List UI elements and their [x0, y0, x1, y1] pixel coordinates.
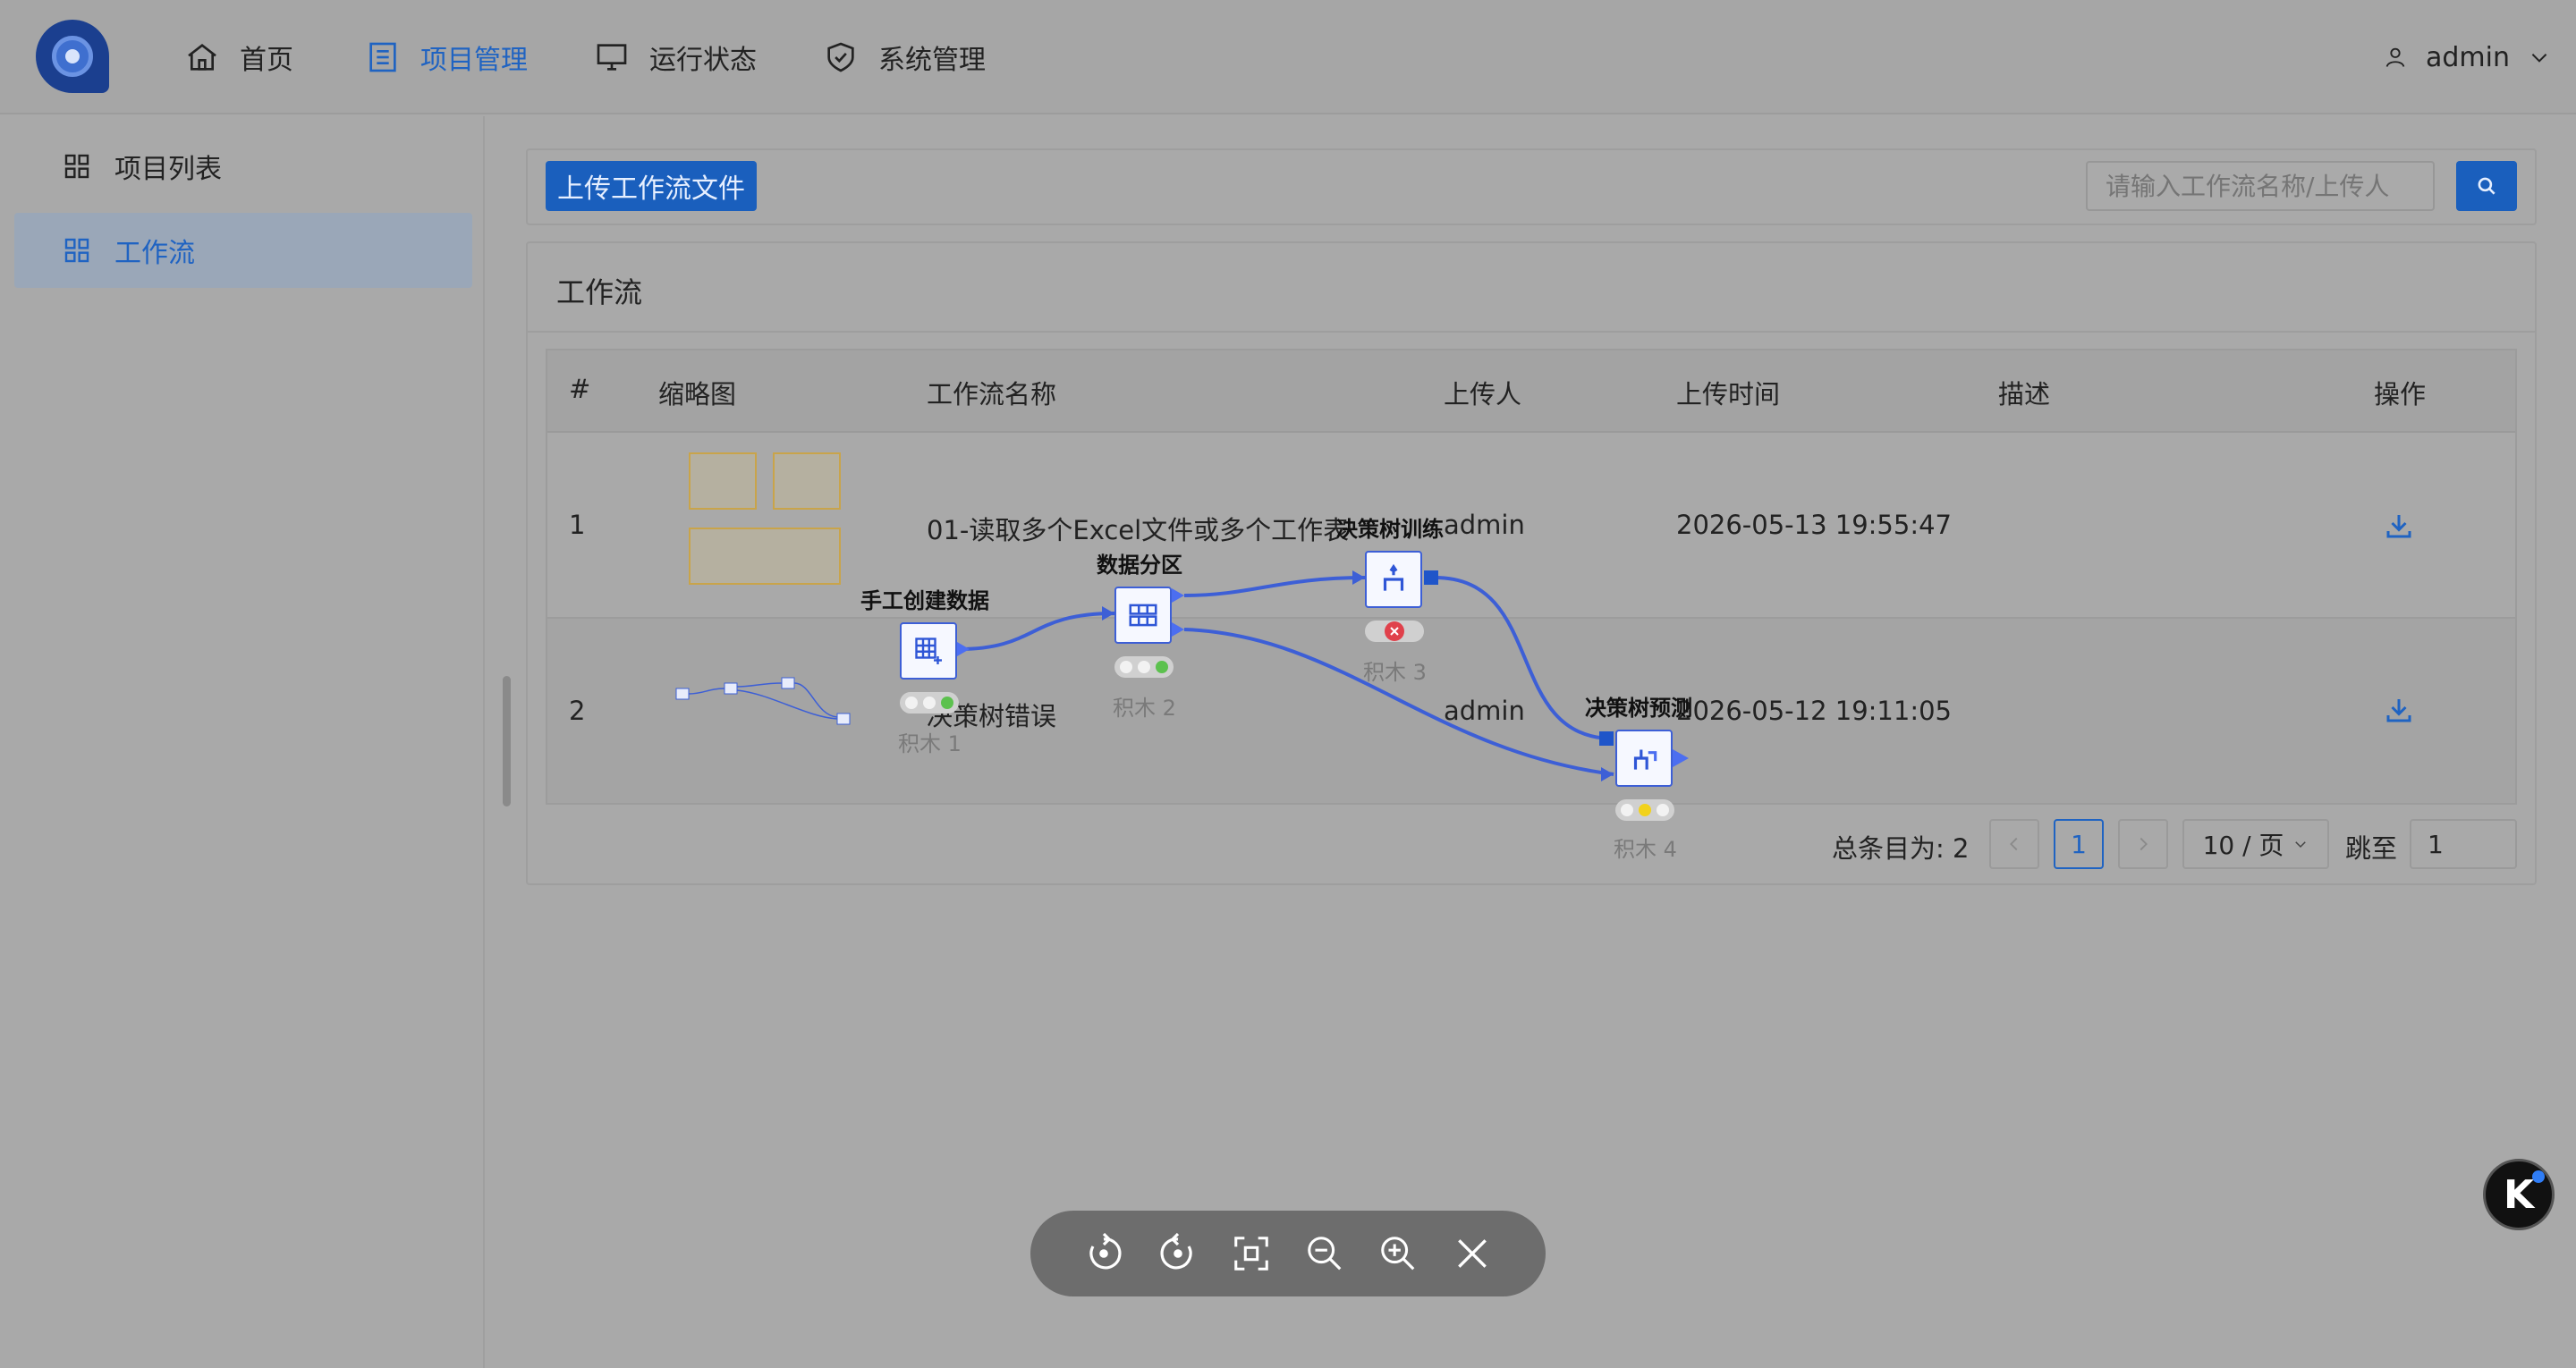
list-icon	[369, 42, 396, 72]
partition-icon	[1129, 604, 1157, 627]
row-index: 1	[569, 510, 586, 540]
workflow-thumbnail[interactable]	[664, 663, 860, 751]
node-status-lights	[1365, 621, 1424, 642]
search-icon	[2478, 177, 2496, 195]
scrollbar[interactable]	[503, 676, 511, 806]
column-header-upload-time: 上传时间	[1676, 379, 1781, 410]
nav-home-label: 首页	[240, 45, 293, 76]
column-header-actions: 操作	[2374, 379, 2427, 410]
download-icon[interactable]	[2383, 694, 2415, 726]
top-header: 首页 项目管理 运行状态 系统管理 admin	[0, 0, 2576, 114]
row-index: 2	[569, 696, 586, 726]
sidebar-item-project-list[interactable]: 项目列表	[14, 129, 472, 204]
nav-project-management[interactable]: 项目管理	[365, 34, 528, 80]
chevron-down-icon	[2531, 54, 2547, 63]
prev-page-button[interactable]	[1989, 819, 2039, 869]
decision-tree-icon	[1383, 563, 1404, 591]
page-size-value: 10 / 页	[2202, 831, 2284, 860]
user-icon	[2385, 47, 2405, 67]
nav-system-management-label: 系统管理	[878, 45, 986, 76]
grid-icon	[64, 238, 89, 263]
node-status-lights	[900, 692, 959, 714]
jump-label: 跳至	[2345, 833, 2398, 864]
node-title: 手工创建数据	[860, 588, 989, 613]
workflow-node-create-data[interactable]	[900, 622, 957, 680]
user-menu[interactable]: admin	[2383, 34, 2551, 80]
home-icon	[188, 43, 216, 71]
table-header	[547, 350, 2515, 433]
pagination-total: 总条目为: 2	[1832, 833, 1970, 864]
close-icon	[1457, 1239, 1487, 1268]
zoom-out-icon	[1308, 1237, 1342, 1271]
column-header-thumbnail: 缩略图	[658, 379, 737, 410]
node-title: 决策树训练	[1336, 517, 1444, 542]
upload-time: 2026-05-12 19:11:05	[1676, 696, 1952, 726]
chevron-right-icon	[2140, 837, 2148, 851]
workflow-thumbnail[interactable]	[689, 452, 843, 585]
badge-letter: K	[2503, 1171, 2535, 1218]
upload-time: 2026-05-13 19:55:47	[1676, 510, 1952, 540]
jump-page-input[interactable]: 1	[2410, 819, 2517, 869]
sidebar-item-label: 项目列表	[114, 154, 222, 185]
fit-screen-icon	[1234, 1237, 1268, 1271]
next-page-button[interactable]	[2118, 819, 2168, 869]
notification-dot	[2532, 1170, 2545, 1183]
zoom-in-icon	[1381, 1237, 1415, 1271]
search-input[interactable]	[2086, 161, 2435, 211]
node-subtitle: 积木 4	[1614, 837, 1677, 862]
error-icon	[1385, 621, 1404, 641]
close-viewer-button[interactable]	[1449, 1230, 1496, 1277]
image-viewer-toolbar	[1030, 1211, 1546, 1296]
nav-project-management-label: 项目管理	[420, 45, 528, 76]
workflow-node-decision-tree-predict[interactable]	[1615, 730, 1673, 787]
workflow-name: 01-读取多个Excel文件或多个工作表	[927, 515, 1350, 545]
node-title: 决策树预测	[1585, 696, 1692, 721]
node-status-lights	[1114, 656, 1174, 678]
nav-run-status-label: 运行状态	[649, 45, 757, 76]
rotate-left-icon	[1089, 1232, 1122, 1270]
column-header-uploader: 上传人	[1444, 379, 1522, 410]
uploader: admin	[1444, 510, 1525, 540]
search-button[interactable]	[2456, 161, 2517, 211]
node-title: 数据分区	[1097, 553, 1182, 578]
divider	[528, 331, 2535, 333]
rotate-right-icon	[1160, 1232, 1192, 1270]
page-number-button[interactable]: 1	[2054, 819, 2104, 869]
chevron-down-icon	[2295, 841, 2307, 849]
chevron-left-icon	[2010, 837, 2018, 851]
user-name: admin	[2426, 41, 2510, 73]
upload-workflow-button[interactable]: 上传工作流文件	[546, 161, 757, 211]
workflow-node-data-partition[interactable]	[1114, 587, 1172, 644]
nav-run-status[interactable]: 运行状态	[594, 34, 757, 80]
shield-icon	[827, 42, 854, 72]
node-subtitle: 积木 2	[1113, 696, 1176, 721]
floating-assistant-button[interactable]: K	[2483, 1159, 2555, 1230]
download-icon[interactable]	[2383, 510, 2415, 542]
node-status-lights	[1615, 799, 1674, 821]
node-subtitle: 积木 3	[1363, 660, 1427, 685]
grid-icon	[64, 154, 89, 179]
column-header-name: 工作流名称	[927, 379, 1057, 410]
workflow-node-decision-tree-train[interactable]	[1365, 551, 1422, 608]
monitor-icon	[597, 44, 627, 71]
table-add-icon	[915, 638, 942, 664]
sidebar	[0, 116, 485, 1368]
column-header-description: 描述	[1998, 379, 2051, 410]
card-title: 工作流	[556, 275, 643, 309]
nav-home[interactable]: 首页	[184, 34, 293, 80]
app-logo[interactable]	[36, 20, 109, 93]
page-size-select[interactable]: 10 / 页	[2182, 819, 2329, 869]
node-subtitle: 积木 1	[898, 731, 962, 756]
predict-icon	[1633, 749, 1657, 770]
column-header-index: #	[569, 374, 591, 404]
zoom-out-button[interactable]	[1301, 1230, 1348, 1277]
zoom-in-button[interactable]	[1375, 1230, 1421, 1277]
uploader: admin	[1444, 696, 1525, 726]
sidebar-item-label: 工作流	[114, 238, 195, 269]
nav-system-management[interactable]: 系统管理	[823, 34, 986, 80]
fit-screen-button[interactable]	[1228, 1230, 1275, 1277]
sidebar-item-workflow[interactable]: 工作流	[14, 213, 472, 288]
rotate-right-button[interactable]	[1155, 1230, 1201, 1277]
rotate-left-button[interactable]	[1080, 1230, 1127, 1277]
